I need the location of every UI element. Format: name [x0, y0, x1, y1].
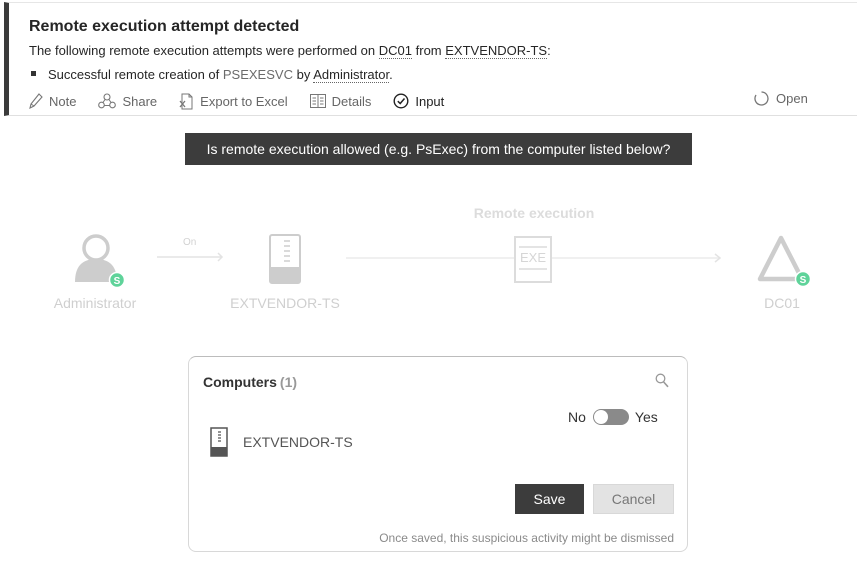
domain-controller-icon	[757, 235, 805, 282]
panel-count: (1)	[279, 374, 298, 390]
panel-title-text: Computers	[203, 374, 277, 390]
user-link[interactable]: Administrator	[313, 67, 390, 83]
note-label: Note	[49, 93, 77, 109]
period: .	[389, 67, 393, 82]
alert-description-prefix: The following remote execution attempts …	[29, 43, 376, 58]
allow-toggle-row: No Yes	[568, 409, 658, 425]
user-sensitive-badge: S	[108, 271, 126, 289]
open-status[interactable]: Open	[754, 91, 808, 106]
alert-card: Remote execution attempt detected The fo…	[4, 2, 857, 116]
toggle-no-label: No	[568, 409, 586, 425]
computer-name: EXTVENDOR-TS	[243, 434, 353, 450]
exe-file-icon: EXE	[514, 236, 552, 283]
check-circle-icon	[393, 93, 409, 109]
user-badge-letter: S	[114, 276, 121, 287]
exe-icon-text: EXE	[520, 250, 546, 265]
alert-toolbar: Note Share Export to Excel Details Input	[29, 91, 466, 111]
toggle-yes-label: Yes	[634, 409, 658, 425]
input-label: Input	[415, 93, 445, 109]
cancel-button[interactable]: Cancel	[593, 484, 674, 514]
share-icon	[98, 93, 117, 109]
alert-bullet-item: Successful remote creation of PSEXESVC b…	[31, 67, 393, 83]
on-label: On	[183, 237, 197, 248]
bullet-prefix: Successful remote creation of	[48, 67, 220, 82]
by-word: by	[296, 67, 311, 82]
bullet-icon	[31, 71, 36, 77]
details-label: Details	[331, 93, 372, 109]
dismiss-note: Once saved, this suspicious activity mig…	[379, 531, 674, 545]
activity-diagram: Remote execution S EXE S On Administrato…	[0, 195, 857, 325]
computers-panel: Computers (1) No Yes EXTVENDOR-TS Save Ca…	[188, 356, 688, 552]
target-node-label[interactable]: DC01	[740, 295, 824, 311]
save-button[interactable]: Save	[515, 484, 584, 514]
server-icon	[269, 234, 301, 284]
dc-sensitive-badge: S	[794, 270, 812, 288]
open-label: Open	[776, 91, 808, 106]
note-button[interactable]: Note	[29, 93, 76, 109]
source-node-label[interactable]: EXTVENDOR-TS	[225, 295, 345, 311]
search-icon[interactable]	[655, 373, 669, 388]
allow-toggle[interactable]	[592, 409, 629, 425]
toggle-knob	[593, 410, 608, 424]
computer-icon	[210, 427, 228, 457]
details-icon	[309, 94, 326, 108]
input-question-banner: Is remote execution allowed (e.g. PsExec…	[185, 133, 692, 165]
open-circle-icon	[754, 91, 769, 106]
share-button[interactable]: Share	[98, 93, 157, 109]
export-label: Export to Excel	[200, 93, 288, 109]
source-computer-link[interactable]: EXTVENDOR-TS	[445, 43, 548, 59]
user-node-label[interactable]: Administrator	[40, 295, 150, 311]
export-to-excel-button[interactable]: Export to Excel	[179, 93, 288, 110]
alert-description: The following remote execution attempts …	[29, 43, 551, 59]
dc-badge-letter: S	[800, 275, 807, 286]
input-button[interactable]: Input	[393, 93, 444, 109]
details-button[interactable]: Details	[309, 93, 372, 109]
share-label: Share	[122, 93, 158, 109]
alert-title: Remote execution attempt detected	[29, 18, 300, 35]
pencil-icon	[29, 93, 43, 109]
target-computer-link[interactable]: DC01	[378, 43, 412, 59]
colon: :	[547, 43, 551, 58]
computer-list-item: EXTVENDOR-TS	[210, 427, 353, 457]
excel-export-icon	[179, 93, 193, 109]
from-word: from	[415, 43, 442, 58]
service-name: PSEXESVC	[222, 67, 293, 82]
panel-title: Computers (1)	[203, 374, 297, 390]
